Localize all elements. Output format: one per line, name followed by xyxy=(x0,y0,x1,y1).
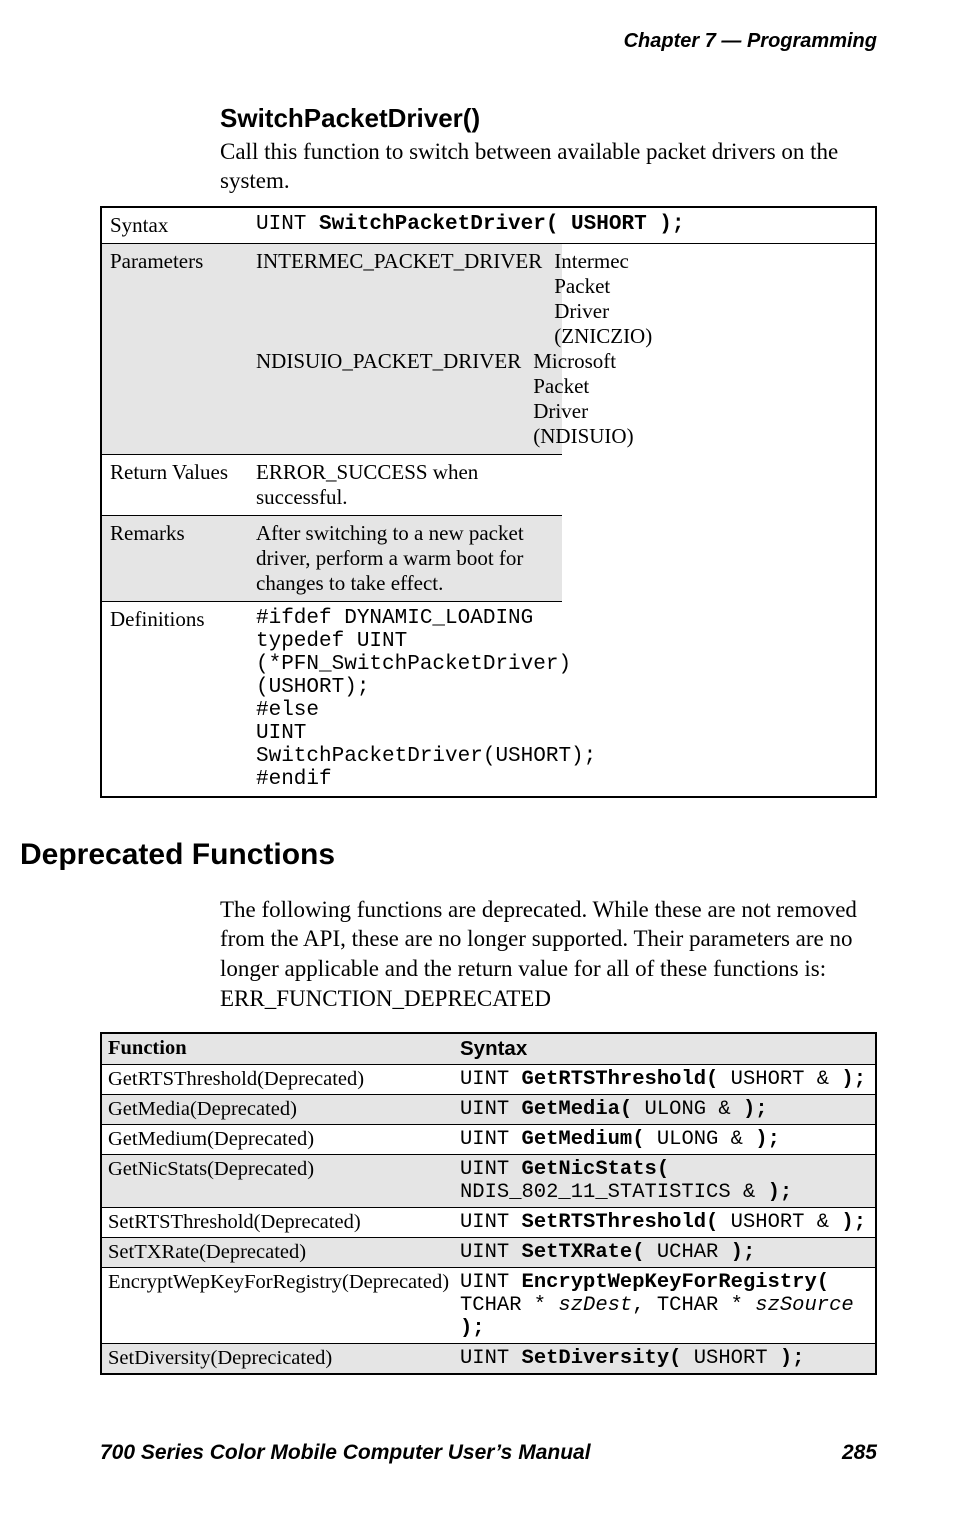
dep-function-name: GetRTSThreshold(Deprecated) xyxy=(101,1065,454,1095)
dep-syntax: UINT GetRTSThreshold( USHORT & ); xyxy=(454,1065,876,1095)
dep-syntax: UINT EncryptWepKeyForRegistry( TCHAR * s… xyxy=(454,1268,876,1344)
definitions-code: #ifdef DYNAMIC_LOADING typedef UINT (*PF… xyxy=(248,601,562,797)
label-return: Return Values xyxy=(101,454,248,515)
table-row: GetMedium(Deprecated)UINT GetMedium( ULO… xyxy=(101,1125,876,1155)
param-row-1: INTERMEC_PACKET_DRIVER Intermec Packet D… xyxy=(256,249,554,349)
chapter-header: Chapter 7 — Programming xyxy=(100,30,877,53)
api-table: Syntax UINT SwitchPacketDriver( USHORT )… xyxy=(100,206,877,798)
row-definitions: Definitions #ifdef DYNAMIC_LOADING typed… xyxy=(101,601,876,797)
param-1-key: INTERMEC_PACKET_DRIVER xyxy=(256,249,542,349)
dep-function-name: GetMedia(Deprecated) xyxy=(101,1095,454,1125)
page: Chapter 7 — Programming SwitchPacketDriv… xyxy=(0,0,977,1519)
function-title: SwitchPacketDriver() xyxy=(100,103,877,134)
table-row: SetRTSThreshold(Deprecated)UINT SetRTSTh… xyxy=(101,1208,876,1238)
table-row: EncryptWepKeyForRegistry(Deprecated)UINT… xyxy=(101,1268,876,1344)
param-row-2: NDISUIO_PACKET_DRIVER Microsoft Packet D… xyxy=(256,349,554,449)
parameters-cell: INTERMEC_PACKET_DRIVER Intermec Packet D… xyxy=(248,243,562,454)
dep-function-name: GetNicStats(Deprecated) xyxy=(101,1155,454,1208)
dep-th-syntax: Syntax xyxy=(454,1033,876,1065)
table-row: GetRTSThreshold(Deprecated)UINT GetRTSTh… xyxy=(101,1065,876,1095)
deprecated-paragraph: The following functions are deprecated. … xyxy=(100,895,877,1015)
dep-syntax: UINT SetRTSThreshold( USHORT & ); xyxy=(454,1208,876,1238)
remarks-value: After switching to a new packet driver, … xyxy=(248,515,562,601)
syntax-code: UINT SwitchPacketDriver( USHORT ); xyxy=(248,207,876,244)
label-definitions: Definitions xyxy=(101,601,248,797)
deprecated-heading: Deprecated Functions xyxy=(20,838,877,872)
row-return: Return Values ERROR_SUCCESS when success… xyxy=(101,454,876,515)
row-syntax: Syntax UINT SwitchPacketDriver( USHORT )… xyxy=(101,207,876,244)
dep-function-name: GetMedium(Deprecated) xyxy=(101,1125,454,1155)
label-parameters: Parameters xyxy=(101,243,248,454)
return-value: ERROR_SUCCESS when successful. xyxy=(248,454,562,515)
dep-syntax: UINT GetNicStats( NDIS_802_11_STATISTICS… xyxy=(454,1155,876,1208)
label-remarks: Remarks xyxy=(101,515,248,601)
dep-function-name: EncryptWepKeyForRegistry(Deprecated) xyxy=(101,1268,454,1344)
chapter-number: 7 xyxy=(705,30,716,52)
table-row: SetTXRate(Deprecated)UINT SetTXRate( UCH… xyxy=(101,1238,876,1268)
dep-syntax: UINT SetTXRate( UCHAR ); xyxy=(454,1238,876,1268)
dep-syntax: UINT SetDiversity( USHORT ); xyxy=(454,1344,876,1375)
dep-syntax: UINT GetMedium( ULONG & ); xyxy=(454,1125,876,1155)
function-description: Call this function to switch between ava… xyxy=(100,138,877,196)
param-2-key: NDISUIO_PACKET_DRIVER xyxy=(256,349,521,449)
param-1-val: Intermec Packet Driver (ZNICZIO) xyxy=(554,249,652,349)
param-2-val: Microsoft Packet Driver (NDISUIO) xyxy=(533,349,633,449)
table-row: GetMedia(Deprecated)UINT GetMedia( ULONG… xyxy=(101,1095,876,1125)
chapter-word: Chapter xyxy=(624,30,700,52)
label-syntax: Syntax xyxy=(101,207,248,244)
deprecated-table: Function Syntax GetRTSThreshold(Deprecat… xyxy=(100,1032,877,1375)
footer-page-number: 285 xyxy=(842,1441,877,1465)
footer-title: 700 Series Color Mobile Computer User’s … xyxy=(100,1441,591,1465)
table-row: GetNicStats(Deprecated)UINT GetNicStats(… xyxy=(101,1155,876,1208)
chapter-dash: — xyxy=(721,30,741,52)
dep-function-name: SetRTSThreshold(Deprecated) xyxy=(101,1208,454,1238)
page-footer: 700 Series Color Mobile Computer User’s … xyxy=(100,1441,877,1465)
dep-syntax: UINT GetMedia( ULONG & ); xyxy=(454,1095,876,1125)
chapter-title: Programming xyxy=(747,30,877,52)
row-remarks: Remarks After switching to a new packet … xyxy=(101,515,876,601)
row-parameters: Parameters INTERMEC_PACKET_DRIVER Interm… xyxy=(101,243,876,454)
table-row: SetDiversity(Deprecicated)UINT SetDivers… xyxy=(101,1344,876,1375)
dep-th-function: Function xyxy=(101,1033,454,1065)
dep-function-name: SetDiversity(Deprecicated) xyxy=(101,1344,454,1375)
dep-function-name: SetTXRate(Deprecated) xyxy=(101,1238,454,1268)
